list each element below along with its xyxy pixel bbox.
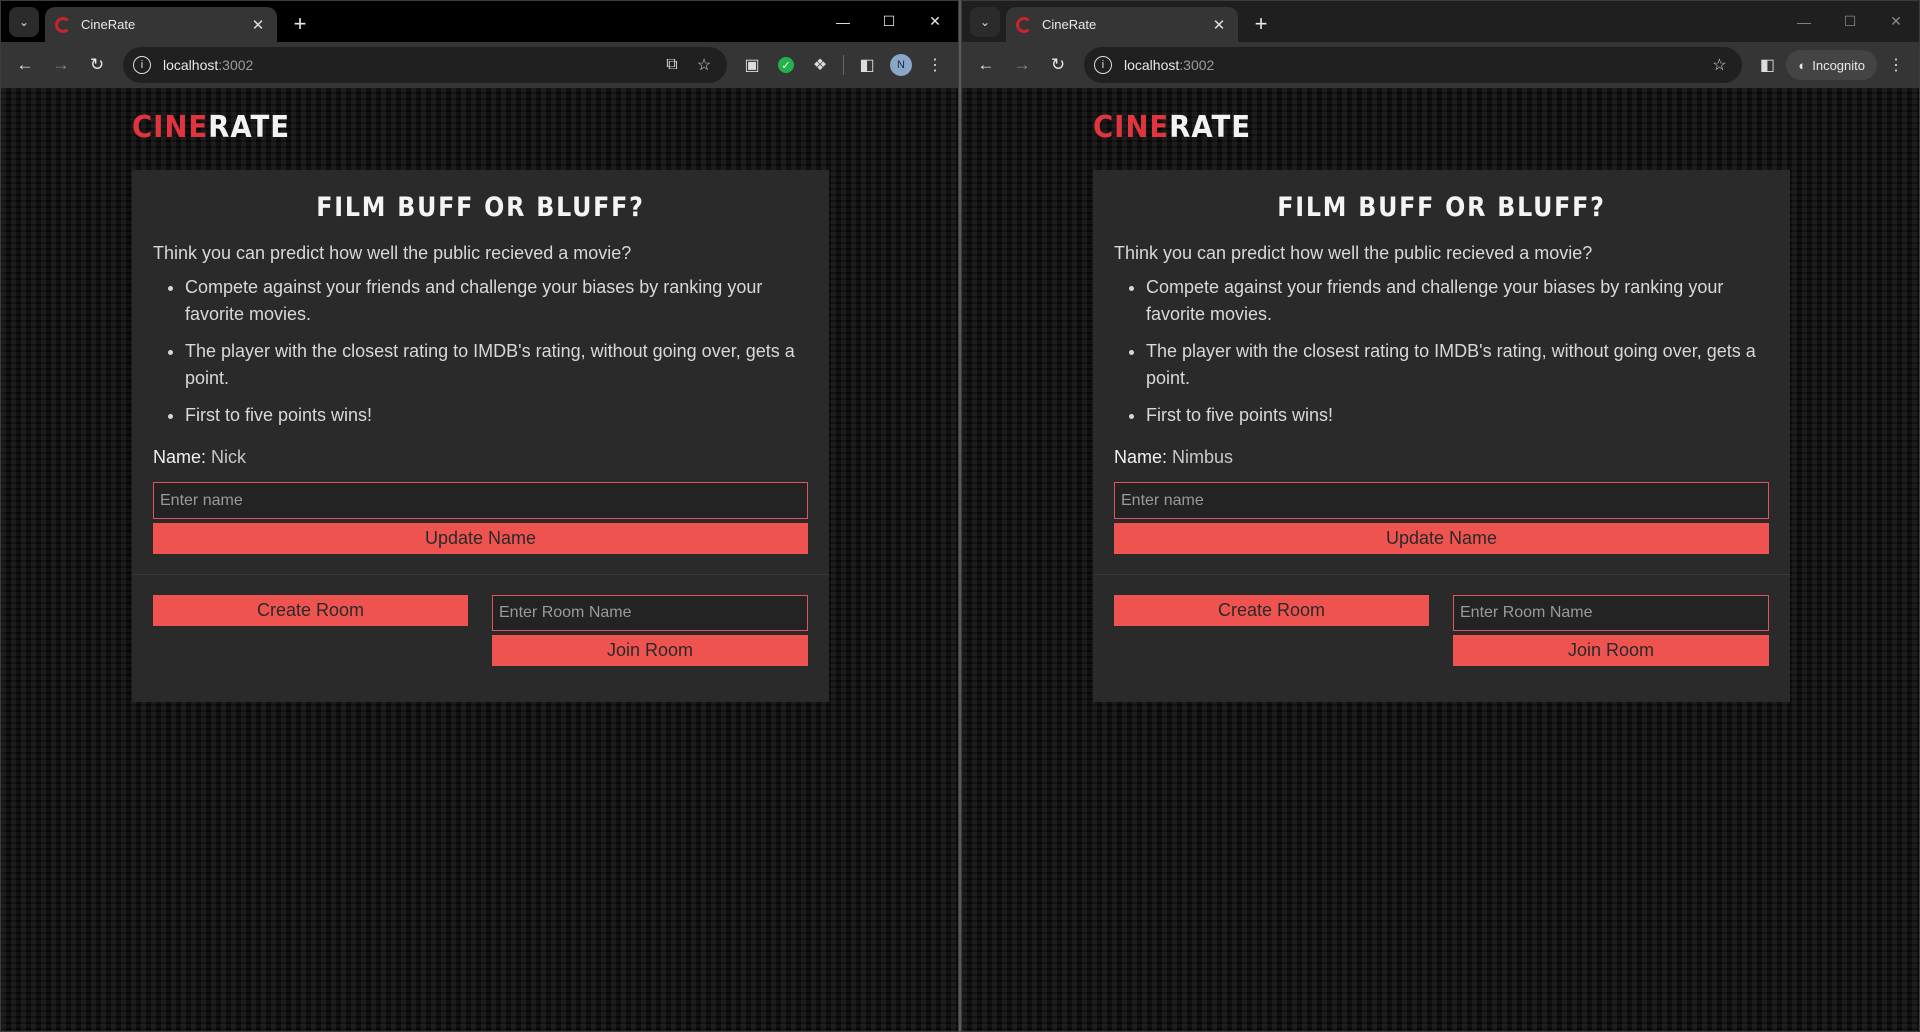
tab-search-button[interactable]: ⌄	[970, 7, 1000, 37]
join-room-button[interactable]: Join Room	[1453, 635, 1769, 666]
browser-toolbar: ← → ↻ i localhost:3002 ☆ ◧ ◐ Incognito ⋮	[962, 42, 1919, 88]
address-bar[interactable]: i localhost:3002 ☆	[1084, 47, 1743, 83]
rules-list: Compete against your friends and challen…	[185, 274, 805, 429]
rule-item: The player with the closest rating to IM…	[185, 338, 805, 392]
menu-kebab-icon[interactable]: ⋮	[920, 50, 950, 80]
intro-text: Think you can predict how well the publi…	[1114, 243, 1593, 263]
address-bar[interactable]: i localhost:3002 ⧉ ☆	[123, 47, 727, 83]
cinerate-favicon-icon	[55, 16, 71, 33]
toolbar-separator	[843, 55, 844, 75]
intro-text: Think you can predict how well the publi…	[153, 243, 632, 263]
create-room-button[interactable]: Create Room	[1114, 595, 1429, 626]
tab-close-icon[interactable]: ✕	[1210, 16, 1228, 34]
incognito-label: Incognito	[1812, 57, 1865, 73]
tab-title: CineRate	[1042, 17, 1097, 32]
site-info-icon[interactable]: i	[1094, 56, 1112, 74]
page-title: FILM BUFF OR BLUFF?	[1277, 192, 1606, 223]
join-room-button[interactable]: Join Room	[492, 635, 808, 666]
url-text: localhost:3002	[1124, 57, 1215, 73]
cinerate-logo[interactable]: CINERATE	[132, 110, 290, 145]
cinerate-logo[interactable]: CINERATE	[1093, 110, 1251, 145]
maximize-icon[interactable]: ☐	[1827, 1, 1873, 42]
room-name-input[interactable]: Enter Room Name	[1453, 595, 1769, 631]
reload-icon[interactable]: ↻	[1042, 49, 1074, 81]
name-value: Nimbus	[1172, 447, 1234, 467]
extensions-puzzle-icon[interactable]: ❖	[805, 50, 835, 80]
bookmark-star-icon[interactable]: ☆	[1706, 55, 1732, 75]
new-tab-button[interactable]: +	[1246, 9, 1276, 39]
tab-strip: ⌄ CineRate ✕ + — ☐ ✕	[1, 1, 958, 42]
url-text: localhost:3002	[163, 57, 254, 73]
bookmark-star-icon[interactable]: ☆	[691, 55, 717, 75]
name-label: Name:	[153, 447, 207, 467]
update-name-button[interactable]: Update Name	[1114, 523, 1769, 554]
forward-icon[interactable]: →	[45, 49, 77, 81]
side-panel-icon[interactable]: ◧	[1752, 50, 1782, 80]
room-name-input[interactable]: Enter Room Name	[492, 595, 808, 631]
incognito-icon: ◐	[1798, 57, 1807, 73]
tab-cinerate[interactable]: CineRate ✕	[1006, 7, 1238, 42]
tab-cinerate[interactable]: CineRate ✕	[45, 7, 277, 42]
install-app-icon[interactable]: ⧉	[659, 56, 685, 74]
new-tab-button[interactable]: +	[285, 9, 315, 39]
rule-item: Compete against your friends and challen…	[1146, 274, 1766, 328]
page-viewport: CINERATE FILM BUFF OR BLUFF? Think you c…	[962, 88, 1919, 1031]
minimize-icon[interactable]: —	[820, 1, 866, 42]
close-window-icon[interactable]: ✕	[1873, 1, 1919, 42]
lobby-card: FILM BUFF OR BLUFF? Think you can predic…	[1093, 170, 1790, 702]
name-label: Name:	[1114, 447, 1168, 467]
rule-item: Compete against your friends and challen…	[185, 274, 805, 328]
minimize-icon[interactable]: —	[1781, 1, 1827, 42]
window-controls: — ☐ ✕	[820, 1, 958, 42]
tab-close-icon[interactable]: ✕	[249, 16, 267, 34]
rule-item: First to five points wins!	[1146, 402, 1766, 429]
desktop: ⌄ CineRate ✕ + — ☐ ✕ ← → ↻ i localhost:3…	[0, 0, 1920, 1032]
browser-window-normal: ⌄ CineRate ✕ + — ☐ ✕ ← → ↻ i localhost:3…	[0, 0, 959, 1032]
name-value: Nick	[211, 447, 247, 467]
rule-item: The player with the closest rating to IM…	[1146, 338, 1766, 392]
window-controls: — ☐ ✕	[1781, 1, 1919, 42]
divider	[1093, 574, 1790, 575]
browser-window-incognito: ⌄ CineRate ✕ + — ☐ ✕ ← → ↻ i localhost:3…	[961, 0, 1920, 1032]
tab-strip: ⌄ CineRate ✕ + — ☐ ✕	[962, 1, 1919, 42]
tab-title: CineRate	[81, 17, 136, 32]
profile-button[interactable]: N	[886, 50, 916, 80]
tab-search-button[interactable]: ⌄	[9, 7, 39, 37]
create-room-button[interactable]: Create Room	[153, 595, 468, 626]
extension-check-icon[interactable]: ✓	[771, 50, 801, 80]
lobby-card: FILM BUFF OR BLUFF? Think you can predic…	[132, 170, 829, 702]
name-input[interactable]: Enter name	[153, 482, 808, 519]
name-input[interactable]: Enter name	[1114, 482, 1769, 519]
back-icon[interactable]: ←	[970, 49, 1002, 81]
menu-kebab-icon[interactable]: ⋮	[1881, 50, 1911, 80]
current-name: Name: Nick	[153, 447, 829, 468]
site-info-icon[interactable]: i	[133, 56, 151, 74]
extension-icon[interactable]: ▣	[737, 50, 767, 80]
back-icon[interactable]: ←	[9, 49, 41, 81]
page-title: FILM BUFF OR BLUFF?	[316, 192, 645, 223]
maximize-icon[interactable]: ☐	[866, 1, 912, 42]
rules-list: Compete against your friends and challen…	[1146, 274, 1766, 429]
update-name-button[interactable]: Update Name	[153, 523, 808, 554]
incognito-badge[interactable]: ◐ Incognito	[1786, 50, 1877, 80]
forward-icon[interactable]: →	[1006, 49, 1038, 81]
divider	[132, 574, 829, 575]
cinerate-favicon-icon	[1016, 16, 1032, 33]
page-viewport: CINERATE FILM BUFF OR BLUFF? Think you c…	[1, 88, 958, 1031]
side-panel-icon[interactable]: ◧	[852, 50, 882, 80]
rule-item: First to five points wins!	[185, 402, 805, 429]
reload-icon[interactable]: ↻	[81, 49, 113, 81]
current-name: Name: Nimbus	[1114, 447, 1790, 468]
close-window-icon[interactable]: ✕	[912, 1, 958, 42]
avatar: N	[890, 54, 912, 76]
browser-toolbar: ← → ↻ i localhost:3002 ⧉ ☆ ▣ ✓ ❖ ◧ N ⋮	[1, 42, 958, 88]
